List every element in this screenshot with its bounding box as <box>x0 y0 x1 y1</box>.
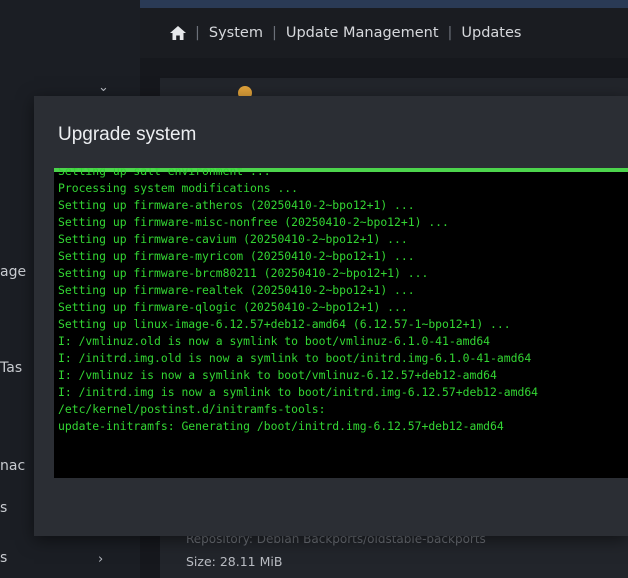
home-icon[interactable] <box>170 26 186 40</box>
terminal-line: Setting up firmware-qlogic (20250410-2~b… <box>58 300 408 314</box>
topbar-accent <box>140 0 628 8</box>
breadcrumb-item-updates[interactable]: Updates <box>461 25 521 41</box>
terminal-line: I: /initrd.img is now a symlink to boot/… <box>58 385 539 399</box>
terminal-line: I: /vmlinuz.old is now a symlink to boot… <box>58 334 491 348</box>
terminal-line: Setting up linux-image-6.12.57+deb12-amd… <box>58 317 511 331</box>
terminal-line: Processing system modifications ... <box>58 181 299 195</box>
sidebar-item-fragment[interactable]: Tas <box>0 360 22 376</box>
terminal-line: I: /initrd.img.old is now a symlink to b… <box>58 351 532 365</box>
dialog-title: Upgrade system <box>58 124 197 145</box>
terminal-line: I: /vmlinuz is now a symlink to boot/vml… <box>58 368 497 382</box>
terminal-line: Setting up firmware-atheros (20250410-2~… <box>58 198 415 212</box>
breadcrumb-separator: | <box>447 25 453 41</box>
terminal-line: Setting up firmware-misc-nonfree (202504… <box>58 215 449 229</box>
sidebar-item-fragment[interactable]: nac <box>0 458 25 474</box>
chevron-right-icon[interactable]: › <box>98 552 103 567</box>
sidebar-item-fragment[interactable]: s <box>0 500 7 516</box>
chevron-down-icon[interactable]: ⌄ <box>98 80 109 95</box>
sidebar-item-fragment[interactable]: age <box>0 264 26 280</box>
breadcrumb-separator: | <box>271 25 277 41</box>
terminal-line: update-initramfs: Generating /boot/initr… <box>58 419 504 433</box>
terminal-line: Setting up firmware-cavium (20250410-2~b… <box>58 232 408 246</box>
terminal-line: Setting up firmware-myricom (20250410-2~… <box>58 249 415 263</box>
terminal-line: Setting up firmware-realtek (20250410-2~… <box>58 283 415 297</box>
terminal-log: Setting up salt environment ... Processin… <box>58 168 538 435</box>
terminal-line: /etc/kernel/postinst.d/initramfs-tools: <box>58 402 326 416</box>
breadcrumb-item-update-management[interactable]: Update Management <box>286 25 439 41</box>
package-size: Size: 28.11 MiB <box>186 554 283 569</box>
sidebar-item-fragment[interactable]: s <box>0 550 7 566</box>
upgrade-system-dialog: Upgrade system Setting up salt environme… <box>34 96 628 536</box>
terminal-line: Setting up salt environment ... <box>58 168 271 178</box>
breadcrumb-separator: | <box>195 25 200 41</box>
terminal-line: Setting up firmware-brcm80211 (20250410-… <box>58 266 429 280</box>
breadcrumb: | System | Update Management | Updates <box>140 8 628 58</box>
breadcrumb-item-system[interactable]: System <box>209 25 263 41</box>
terminal-output[interactable]: Setting up salt environment ... Processin… <box>54 168 628 478</box>
